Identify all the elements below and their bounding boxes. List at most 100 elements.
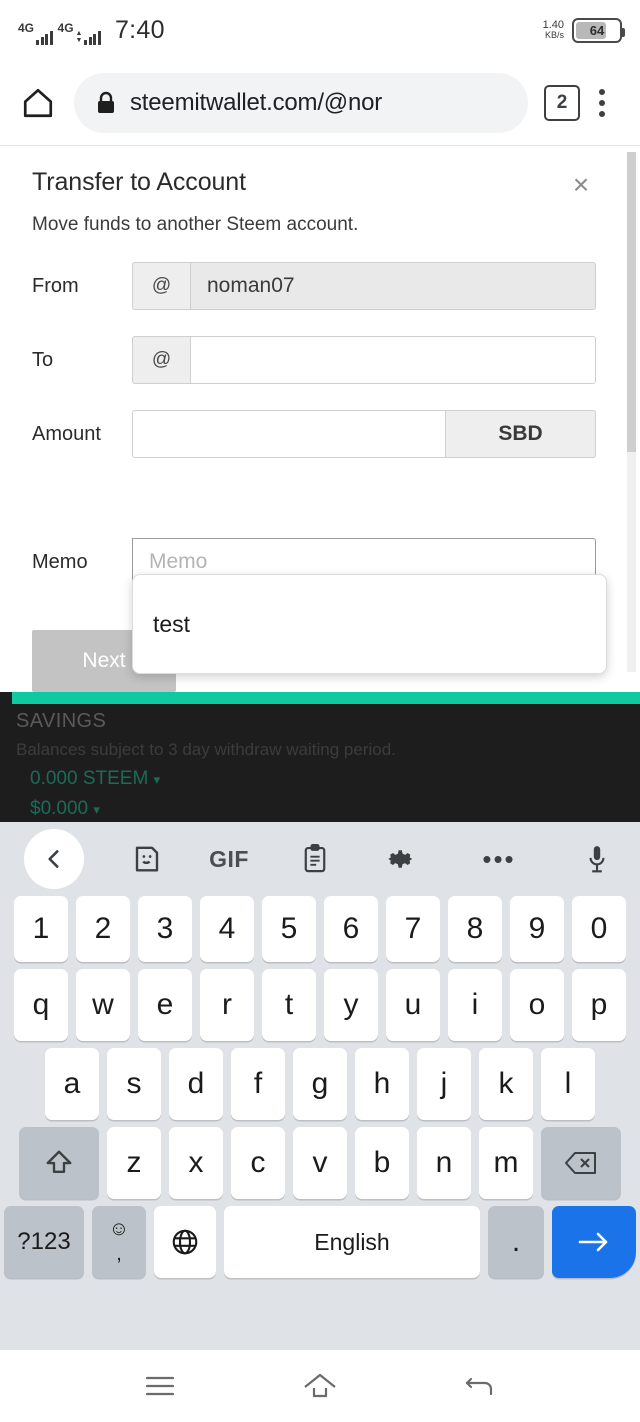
signal-indicator-sim1: 4G: [18, 22, 53, 45]
chevron-down-icon[interactable]: ▾: [154, 772, 161, 787]
key-m[interactable]: m: [479, 1127, 533, 1199]
to-input-group[interactable]: @: [132, 336, 596, 384]
emoji-comma-key[interactable]: ☺ ,: [92, 1206, 146, 1278]
signal-indicator-sim2: 4G ▲ ▼: [58, 22, 101, 45]
settings-gear-icon[interactable]: [358, 844, 444, 874]
key-u[interactable]: u: [386, 969, 440, 1041]
key-0[interactable]: 0: [572, 896, 626, 962]
clock-label: 7:40: [114, 15, 165, 44]
gif-icon[interactable]: GIF: [186, 846, 272, 873]
scrollbar-thumb[interactable]: [627, 152, 636, 452]
enter-key[interactable]: [552, 1206, 636, 1278]
close-icon[interactable]: ×: [564, 168, 598, 202]
to-input[interactable]: [190, 336, 596, 384]
key-b[interactable]: b: [355, 1127, 409, 1199]
overflow-dots-icon[interactable]: •••: [444, 844, 554, 875]
key-l[interactable]: l: [541, 1048, 595, 1120]
status-bar-left: 4G 4G ▲ ▼ 7:40: [18, 16, 165, 45]
key-h[interactable]: h: [355, 1048, 409, 1120]
key-t[interactable]: t: [262, 969, 316, 1041]
sticker-icon[interactable]: [108, 844, 186, 874]
home-icon[interactable]: [16, 81, 60, 125]
comma-label: ,: [116, 1243, 122, 1265]
key-q[interactable]: q: [14, 969, 68, 1041]
key-4[interactable]: 4: [200, 896, 254, 962]
amount-input-group[interactable]: SBD: [132, 410, 596, 458]
key-8[interactable]: 8: [448, 896, 502, 962]
tab-count-button[interactable]: 2: [544, 84, 580, 121]
status-bar: 4G 4G ▲ ▼ 7:40 1.40 KB/s 64: [0, 0, 640, 60]
key-5[interactable]: 5: [262, 896, 316, 962]
savings-usd-balance[interactable]: $0.000 ▾: [16, 798, 640, 820]
url-text: steemitwallet.com/@nor: [130, 88, 383, 116]
key-r[interactable]: r: [200, 969, 254, 1041]
key-y[interactable]: y: [324, 969, 378, 1041]
key-i[interactable]: i: [448, 969, 502, 1041]
backspace-key[interactable]: [541, 1127, 621, 1199]
recents-icon[interactable]: [130, 1362, 190, 1410]
shift-key[interactable]: [19, 1127, 99, 1199]
key-e[interactable]: e: [138, 969, 192, 1041]
memo-placeholder: Memo: [149, 550, 208, 573]
amount-input[interactable]: [132, 410, 446, 458]
key-a[interactable]: a: [45, 1048, 99, 1120]
spacebar[interactable]: English: [224, 1206, 480, 1278]
savings-section: SAVINGS Balances subject to 3 day withdr…: [12, 710, 640, 820]
savings-steem-value: 0.000 STEEM: [30, 768, 149, 789]
key-g[interactable]: g: [293, 1048, 347, 1120]
key-o[interactable]: o: [510, 969, 564, 1041]
battery-percent-label: 64: [589, 22, 605, 38]
on-screen-keyboard: GIF ••• 1 2 3 4 5 6 7 8 9 0 q w e r t y …: [0, 822, 640, 1350]
key-v[interactable]: v: [293, 1127, 347, 1199]
currency-select[interactable]: SBD: [446, 410, 596, 458]
from-input-group[interactable]: @ noman07: [132, 262, 596, 310]
browser-toolbar: steemitwallet.com/@nor 2: [0, 60, 640, 146]
chevron-down-icon[interactable]: ▾: [93, 802, 100, 817]
autocomplete-suggestion[interactable]: test: [132, 574, 607, 674]
key-f[interactable]: f: [231, 1048, 285, 1120]
key-2[interactable]: 2: [76, 896, 130, 962]
back-icon[interactable]: [450, 1362, 510, 1410]
page-title: Transfer to Account: [32, 168, 246, 196]
key-x[interactable]: x: [169, 1127, 223, 1199]
signal-bars-icon-2: [84, 30, 101, 45]
to-at-addon: @: [132, 336, 190, 384]
language-globe-icon[interactable]: [154, 1206, 216, 1278]
savings-steem-balance[interactable]: 0.000 STEEM ▾: [16, 768, 640, 790]
key-d[interactable]: d: [169, 1048, 223, 1120]
from-at-addon: @: [132, 262, 190, 310]
keyboard-row-numbers: 1 2 3 4 5 6 7 8 9 0: [0, 896, 640, 962]
network-type-label-1: 4G: [18, 20, 35, 35]
key-3[interactable]: 3: [138, 896, 192, 962]
key-6[interactable]: 6: [324, 896, 378, 962]
clipboard-icon[interactable]: [272, 844, 358, 874]
battery-icon: 64: [572, 17, 625, 43]
symbols-key[interactable]: ?123: [4, 1206, 84, 1278]
key-9[interactable]: 9: [510, 896, 564, 962]
key-7[interactable]: 7: [386, 896, 440, 962]
key-s[interactable]: s: [107, 1048, 161, 1120]
key-c[interactable]: c: [231, 1127, 285, 1199]
data-rate-indicator: 1.40 KB/s: [543, 19, 564, 41]
key-p[interactable]: p: [572, 969, 626, 1041]
key-w[interactable]: w: [76, 969, 130, 1041]
to-field-row: To @: [32, 336, 596, 384]
period-key[interactable]: .: [488, 1206, 544, 1278]
page-scrollbar[interactable]: [627, 152, 636, 672]
key-z[interactable]: z: [107, 1127, 161, 1199]
back-chevron-icon[interactable]: [24, 829, 84, 889]
modal-subtitle: Move funds to another Steem account.: [32, 214, 359, 235]
memo-label: Memo: [32, 550, 88, 573]
key-k[interactable]: k: [479, 1048, 533, 1120]
from-label: From: [32, 274, 79, 297]
key-1[interactable]: 1: [14, 896, 68, 962]
kebab-menu-icon[interactable]: [580, 81, 624, 125]
url-bar[interactable]: steemitwallet.com/@nor: [74, 72, 528, 133]
accent-divider: [12, 692, 640, 704]
microphone-icon[interactable]: [554, 844, 640, 874]
lock-icon: [96, 91, 116, 115]
key-j[interactable]: j: [417, 1048, 471, 1120]
key-n[interactable]: n: [417, 1127, 471, 1199]
keyboard-row-top: q w e r t y u i o p: [0, 969, 640, 1041]
home-icon[interactable]: [290, 1362, 350, 1410]
